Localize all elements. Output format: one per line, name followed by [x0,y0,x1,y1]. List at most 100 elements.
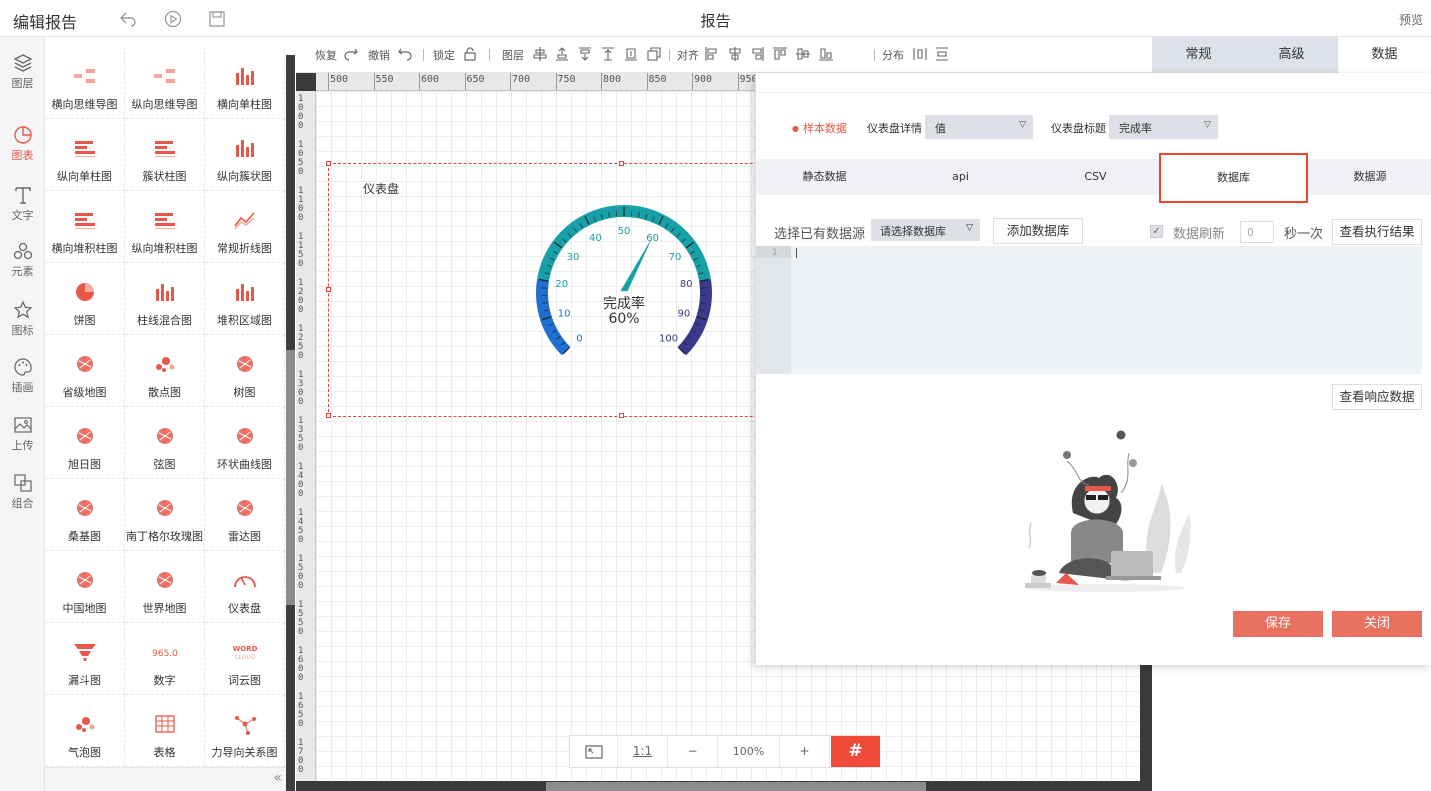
lock-button[interactable]: 锁定 [433,47,455,63]
palette-item-force-graph[interactable]: 力导向关系图 [205,695,285,767]
palette-item-mindmap-horizontal[interactable]: 横向思维导图 [45,47,125,119]
palette-item-number[interactable]: (965.0) 数字 [125,623,205,695]
bring-forward-icon[interactable] [554,46,570,62]
resize-handle[interactable] [326,413,331,418]
tab-database[interactable]: 数据库 [1159,153,1308,203]
palette-item-funnel[interactable]: 漏斗图 [45,623,125,695]
database-select[interactable]: 请选择数据库 ▽ [871,219,980,241]
palette-item-province-map[interactable]: 省级地图 [45,335,125,407]
preview-button[interactable]: 预览 [1399,11,1423,28]
view-exec-result-button[interactable]: 查看执行结果 [1332,219,1422,245]
tab-general[interactable]: 常规 [1152,37,1245,73]
palette-item-gauge[interactable]: 仪表盘 [205,551,285,623]
palette-item-bar-vertical-clustered[interactable]: 纵向簇状图 [205,119,285,191]
tab-api[interactable]: api [893,159,1028,195]
lock-icon[interactable] [462,46,478,62]
rail-item-text[interactable]: 文字 [0,185,45,241]
refresh-interval-input[interactable]: 0 [1240,221,1274,243]
scrollbar-thumb[interactable] [286,350,295,605]
play-icon[interactable] [163,9,183,29]
align-left-icon[interactable] [704,46,720,62]
zoom-out-button[interactable]: − [668,736,718,767]
undo-button[interactable]: 撤销 [368,47,390,63]
tab-advanced[interactable]: 高级 [1245,37,1338,73]
palette-item-bar-stacked-vertical[interactable]: 纵向堆积柱图 [125,191,205,263]
rail-item-charts[interactable]: 图表 [0,125,45,181]
palette-item-bar-horizontal-single[interactable]: 横向单柱图 [205,47,285,119]
align-vcenter-icon[interactable] [795,46,811,62]
rail-item-upload[interactable]: 上传 [0,415,45,471]
palette-item-tree[interactable]: 树图 [205,335,285,407]
gauge-detail-select[interactable]: 值 ▽ [925,115,1033,139]
collapse-icon[interactable]: « [273,770,282,786]
view-response-data-button[interactable]: 查看响应数据 [1332,384,1422,410]
rail-item-illustrations[interactable]: 插画 [0,357,45,413]
palette-scrollbar[interactable] [286,55,295,791]
resize-handle[interactable] [619,161,624,166]
palette-item-ring-curve[interactable]: 环状曲线图 [205,407,285,479]
tab-datasource[interactable]: 数据源 [1308,159,1431,195]
tab-data[interactable]: 数据 [1338,37,1431,73]
fit-screen-button[interactable] [570,736,618,767]
palette-item-mindmap-vertical[interactable]: 纵向思维导图 [125,47,205,119]
sql-editor[interactable]: 1 [756,246,1422,374]
rail-item-icons[interactable]: 图标 [0,300,45,356]
tab-static-data[interactable]: 静态数据 [756,159,893,195]
rail-item-group[interactable]: 组合 [0,473,45,529]
align-hcenter-icon[interactable] [727,46,743,62]
data-refresh-checkbox[interactable]: ✓ [1150,225,1163,238]
distribute-horizontal-icon[interactable] [912,46,928,62]
ruler-tick-label: 1450 [298,508,304,545]
add-database-button[interactable]: 添加数据库 [993,218,1083,244]
grid-toggle-button[interactable]: # [831,736,880,767]
resize-handle[interactable] [326,287,331,292]
send-to-back-icon[interactable] [623,46,639,62]
palette-item-bar-vertical-single[interactable]: 纵向单柱图 [45,119,125,191]
send-backward-icon[interactable] [577,46,593,62]
palette-item-bar-stacked-horizontal[interactable]: 横向堆积柱图 [45,191,125,263]
close-button[interactable]: 关闭 [1332,611,1422,637]
palette-item-sankey[interactable]: 桑基图 [45,479,125,551]
rail-item-elements[interactable]: 元素 [0,241,45,297]
palette-item-chord[interactable]: 弦图 [125,407,205,479]
align-bottom-icon[interactable] [818,46,834,62]
palette-item-sunburst[interactable]: 旭日图 [45,407,125,479]
gauge-title-select[interactable]: 完成率 ▽ [1109,115,1218,139]
canvas-horizontal-scrollbar[interactable] [316,781,1140,791]
tab-csv[interactable]: CSV [1028,159,1163,195]
save-icon[interactable] [207,9,227,29]
palette-item-bar-clustered[interactable]: 簇状柱图 [125,119,205,191]
undo-icon[interactable] [397,46,413,62]
resize-handle[interactable] [619,413,624,418]
back-icon[interactable] [118,9,138,29]
align-center-h-icon[interactable] [532,46,548,62]
zoom-in-button[interactable]: + [780,736,830,767]
palette-item-word-cloud[interactable]: WORD CLOUD 词云图 [205,623,285,695]
redo-button[interactable]: 恢复 [315,47,337,63]
palette-item-world-map[interactable]: 世界地图 [125,551,205,623]
palette-item-china-map[interactable]: 中国地图 [45,551,125,623]
gauge-widget[interactable]: 仪表盘 0 10 20 30 40 50 60 70 80 90 100 完成率 60% [326,161,828,418]
rail-item-layers[interactable]: 图层 [0,53,45,109]
redo-icon[interactable] [343,46,359,62]
save-button[interactable]: 保存 [1233,611,1323,637]
scrollbar-thumb[interactable] [546,782,926,791]
palette-item-bubble[interactable]: 气泡图 [45,695,125,767]
palette-item-bar-line-combo[interactable]: 柱线混合图 [125,263,205,335]
copy-layer-icon[interactable] [646,46,662,62]
palette-item-scatter[interactable]: 散点图 [125,335,205,407]
sample-data-label[interactable]: 样本数据 [792,120,847,136]
actual-size-button[interactable]: 1:1 [618,736,668,767]
align-right-icon[interactable] [749,46,765,62]
palette-item-area-stacked[interactable]: 堆积区域图 [205,263,285,335]
palette-item-nightingale-rose[interactable]: 南丁格尔玫瑰图 [125,479,205,551]
distribute-vertical-icon[interactable] [934,46,950,62]
resize-handle[interactable] [326,161,331,166]
palette-item-table[interactable]: 表格 [125,695,205,767]
palette-item-radar[interactable]: 雷达图 [205,479,285,551]
bring-to-front-icon[interactable] [600,46,616,62]
align-top-icon[interactable] [772,46,788,62]
palette-item-line[interactable]: 常规折线图 [205,191,285,263]
palette-collapse-bar: « [45,767,286,791]
palette-item-pie[interactable]: 饼图 [45,263,125,335]
